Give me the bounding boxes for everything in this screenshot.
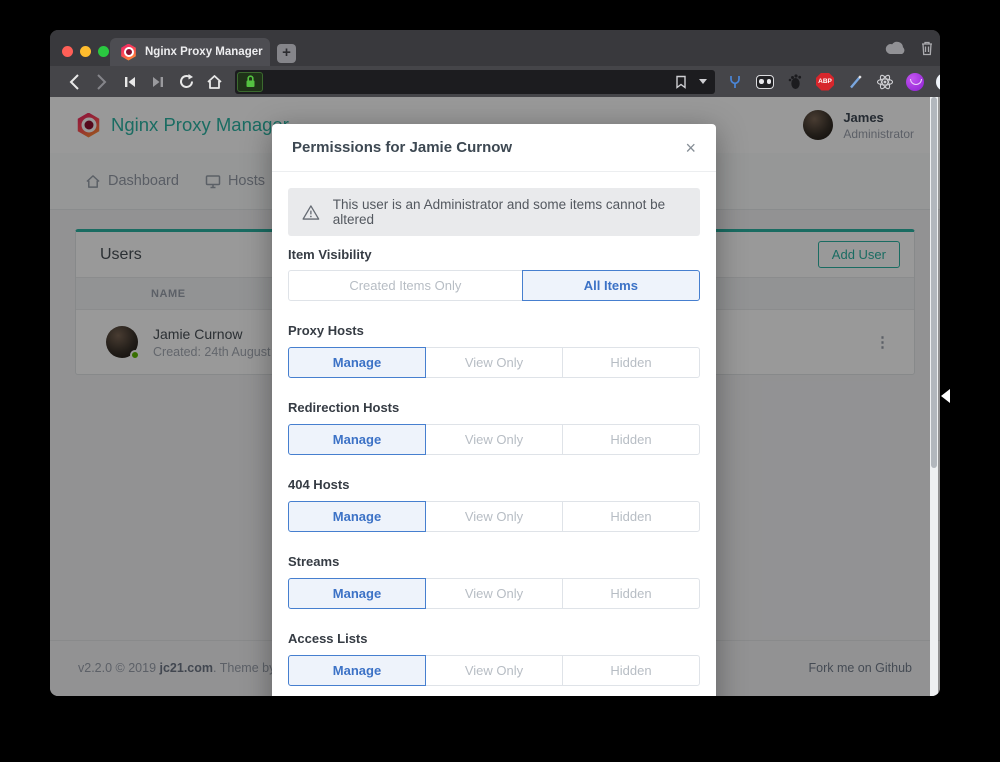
trash-icon[interactable] xyxy=(920,40,934,56)
fork-extension-icon[interactable] xyxy=(725,72,745,92)
permission-section-proxy-hosts: Proxy Hosts Manage View Only Hidden xyxy=(288,323,700,378)
minimize-window-button[interactable] xyxy=(80,46,91,57)
manage-button[interactable]: Manage xyxy=(288,501,426,532)
permission-section-404-hosts: 404 Hosts Manage View Only Hidden xyxy=(288,477,700,532)
browser-tab[interactable]: Nginx Proxy Manager xyxy=(110,38,270,66)
hidden-button[interactable]: Hidden xyxy=(562,424,700,455)
view-only-button[interactable]: View Only xyxy=(425,578,563,609)
view-only-button[interactable]: View Only xyxy=(425,347,563,378)
bookmark-icon[interactable] xyxy=(675,75,687,89)
gnome-foot-icon[interactable] xyxy=(785,72,805,92)
hidden-button[interactable]: Hidden xyxy=(562,501,700,532)
close-icon[interactable]: × xyxy=(685,139,696,157)
section-label: 404 Hosts xyxy=(288,477,700,492)
atom-extension-icon[interactable] xyxy=(875,72,895,92)
browser-window: Nginx Proxy Manager + xyxy=(50,30,940,696)
permission-section-redirection-hosts: Redirection Hosts Manage View Only Hidde… xyxy=(288,400,700,455)
modal-header: Permissions for Jamie Curnow × xyxy=(272,124,716,172)
forward-icon[interactable] xyxy=(91,71,113,93)
manage-button[interactable]: Manage xyxy=(288,424,426,455)
item-visibility-label: Item Visibility xyxy=(288,247,700,262)
permission-button-group: Manage View Only Hidden xyxy=(288,347,700,378)
bookmark-dropdown-icon[interactable] xyxy=(699,79,707,84)
goggles-extension-icon[interactable] xyxy=(755,72,775,92)
admin-alert: This user is an Administrator and some i… xyxy=(288,188,700,236)
manage-button[interactable]: Manage xyxy=(288,347,426,378)
scrollbar[interactable] xyxy=(930,97,938,696)
warning-icon xyxy=(302,204,320,221)
manage-button[interactable]: Manage xyxy=(288,578,426,609)
home-icon[interactable] xyxy=(203,71,225,93)
modal-body: This user is an Administrator and some i… xyxy=(272,172,716,696)
skip-to-start-icon[interactable] xyxy=(119,71,141,93)
tab-title: Nginx Proxy Manager xyxy=(145,46,263,58)
browser-toolbar: ABP xyxy=(50,66,940,97)
section-label: Streams xyxy=(288,554,700,569)
close-window-button[interactable] xyxy=(62,46,73,57)
page-viewport: Nginx Proxy Manager James Administrator … xyxy=(50,97,940,696)
section-label: Redirection Hosts xyxy=(288,400,700,415)
window-controls xyxy=(62,46,109,57)
urlbar-controls xyxy=(675,75,707,89)
back-icon[interactable] xyxy=(63,71,85,93)
permission-section-access-lists: Access Lists Manage View Only Hidden xyxy=(288,631,700,686)
new-tab-button[interactable]: + xyxy=(277,44,296,63)
alert-text: This user is an Administrator and some i… xyxy=(333,197,686,227)
containers-extension-icon[interactable] xyxy=(905,72,925,92)
maximize-window-button[interactable] xyxy=(98,46,109,57)
permission-button-group: Manage View Only Hidden xyxy=(288,424,700,455)
permission-section-streams: Streams Manage View Only Hidden xyxy=(288,554,700,609)
view-only-button[interactable]: View Only xyxy=(425,501,563,532)
created-items-only-button[interactable]: Created Items Only xyxy=(288,270,523,301)
manage-button[interactable]: Manage xyxy=(288,655,426,686)
scrollbar-thumb[interactable] xyxy=(931,97,937,468)
hidden-button[interactable]: Hidden xyxy=(562,655,700,686)
adblock-plus-icon[interactable]: ABP xyxy=(815,72,835,92)
https-lock-icon[interactable] xyxy=(237,72,263,92)
permission-button-group: Manage View Only Hidden xyxy=(288,578,700,609)
skip-to-end-icon[interactable] xyxy=(147,71,169,93)
hidden-button[interactable]: Hidden xyxy=(562,578,700,609)
permission-button-group: Manage View Only Hidden xyxy=(288,655,700,686)
mouse-cursor xyxy=(941,389,950,403)
site-favicon xyxy=(120,44,137,61)
permission-button-group: Manage View Only Hidden xyxy=(288,501,700,532)
section-label: Proxy Hosts xyxy=(288,323,700,338)
view-only-button[interactable]: View Only xyxy=(425,655,563,686)
modal-title: Permissions for Jamie Curnow xyxy=(292,139,512,156)
tabbar-right-controls xyxy=(885,30,934,66)
pen-extension-icon[interactable] xyxy=(845,72,865,92)
reload-icon[interactable] xyxy=(175,71,197,93)
section-label: Access Lists xyxy=(288,631,700,646)
cloud-icon[interactable] xyxy=(885,41,907,55)
item-visibility-group: Created Items Only All Items xyxy=(288,270,700,301)
browser-tab-bar: Nginx Proxy Manager + xyxy=(50,30,940,66)
view-only-button[interactable]: View Only xyxy=(425,424,563,455)
all-items-button[interactable]: All Items xyxy=(522,270,700,301)
gauge-extension-icon[interactable] xyxy=(935,72,940,92)
item-visibility-section: Item Visibility Created Items Only All I… xyxy=(288,247,700,301)
url-bar[interactable] xyxy=(235,70,715,94)
hidden-button[interactable]: Hidden xyxy=(562,347,700,378)
permissions-modal: Permissions for Jamie Curnow × This user… xyxy=(272,124,716,696)
